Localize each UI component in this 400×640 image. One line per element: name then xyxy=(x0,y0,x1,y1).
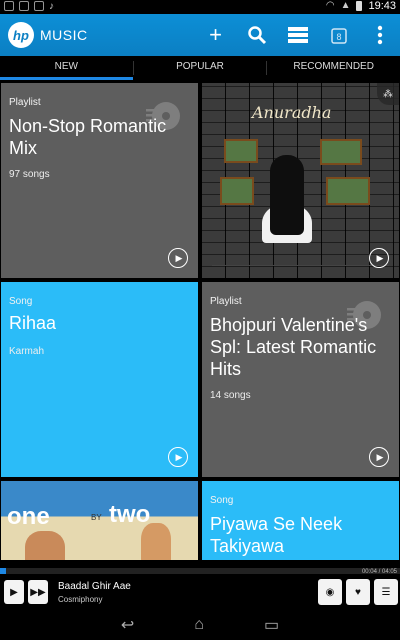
battery-icon xyxy=(356,1,363,11)
mini-player: ▶ ▶▶ Baadal Ghir Aae Cosmiphony ◉ ♥ ☰ xyxy=(0,574,400,610)
play-icon[interactable]: ▶ xyxy=(168,248,188,268)
search-icon[interactable] xyxy=(236,14,277,56)
album-art-logo: two xyxy=(109,501,151,528)
play-icon[interactable]: ▶ xyxy=(168,447,188,467)
portrait-frame xyxy=(220,177,254,205)
broadcast-icon[interactable]: ◉ xyxy=(318,579,342,605)
status-time: 19:43 xyxy=(368,0,396,12)
play-icon[interactable]: ▶ xyxy=(369,447,389,467)
content-grid: Playlist Non-Stop Romantic Mix 97 songs … xyxy=(0,80,400,560)
album-art-logo: BY xyxy=(91,513,102,522)
wifi-icon: ◠ xyxy=(325,0,335,11)
back-icon[interactable]: ↩ xyxy=(121,615,134,635)
card-title: Bhojpuri Valentine's Spl: Latest Romanti… xyxy=(210,315,377,379)
card-title: Non-Stop Romantic Mix xyxy=(9,116,167,158)
action-bar: hp MUSIC + 8 xyxy=(0,14,400,56)
hp-music-app: ♪ ◠ ▲ 19:43 hp MUSIC + 8 NEW POPULAR REC… xyxy=(0,0,400,640)
figure-woman xyxy=(141,523,171,560)
portrait-frame xyxy=(320,139,362,165)
home-icon[interactable]: ⌂ xyxy=(194,616,204,634)
figure-man xyxy=(25,531,65,560)
image-notification-icon xyxy=(19,1,29,11)
song-card[interactable]: Song Piyawa Se Neek Takiyawa xyxy=(202,481,399,560)
card-subtitle: 97 songs xyxy=(9,169,50,180)
tab-recommended[interactable]: RECOMMENDED xyxy=(267,56,400,80)
album-card[interactable]: Anuradha ⁂ ▶ xyxy=(202,83,399,278)
tab-popular[interactable]: POPULAR xyxy=(134,56,267,80)
card-title: Piyawa Se Neek Takiyawa xyxy=(210,514,343,556)
card-subtitle: 14 songs xyxy=(210,390,251,401)
portrait-frame xyxy=(326,177,370,205)
portrait-frame xyxy=(224,139,258,163)
album-credits xyxy=(212,265,389,273)
svg-text:8: 8 xyxy=(336,32,341,42)
play-icon[interactable]: ▶ xyxy=(369,248,389,268)
playlist-card[interactable]: Playlist Non-Stop Romantic Mix 97 songs … xyxy=(1,83,198,278)
now-playing[interactable]: Baadal Ghir Aae Cosmiphony xyxy=(58,581,131,604)
music-notification-icon: ♪ xyxy=(49,1,54,12)
menu-icon[interactable] xyxy=(277,14,318,56)
track-artist: Cosmiphony xyxy=(58,594,103,604)
tab-bar: NEW POPULAR RECOMMENDED xyxy=(0,56,400,80)
figure-girl xyxy=(270,155,304,235)
card-type: Song xyxy=(9,296,33,307)
gallery-notification-icon xyxy=(4,1,14,11)
card-type: Playlist xyxy=(9,97,41,108)
card-type: Song xyxy=(210,495,234,506)
play-icon[interactable]: ▶ xyxy=(4,580,24,604)
heart-icon[interactable]: ♥ xyxy=(346,579,370,605)
card-title: Rihaa xyxy=(9,313,57,333)
playlist-card[interactable]: Playlist Bhojpuri Valentine's Spl: Lates… xyxy=(202,282,399,477)
next-track-icon[interactable]: ▶▶ xyxy=(28,580,48,604)
recent-apps-icon[interactable]: ▭ xyxy=(264,615,279,635)
store-icon[interactable]: 8 xyxy=(318,14,359,56)
album-art-title: Anuradha xyxy=(252,103,332,122)
overflow-icon[interactable] xyxy=(359,14,400,56)
hp-logo-icon[interactable]: hp xyxy=(8,22,34,48)
app-title: MUSIC xyxy=(40,27,88,43)
track-name: Baadal Ghir Aae xyxy=(58,580,131,592)
album-art-logo: one xyxy=(7,503,50,530)
system-nav-bar: ↩ ⌂ ▭ xyxy=(0,610,400,640)
card-type: Playlist xyxy=(210,296,242,307)
share-icon[interactable]: ⁂ xyxy=(377,83,399,105)
album-card[interactable]: one BY two xyxy=(1,481,198,560)
signal-icon: ▲ xyxy=(340,0,351,11)
card-subtitle: Karmah xyxy=(9,346,45,357)
status-bar: ♪ ◠ ▲ 19:43 xyxy=(0,0,400,14)
song-card[interactable]: Song Rihaa Karmah ▶ xyxy=(1,282,198,477)
queue-icon[interactable]: ☰ xyxy=(374,579,398,605)
tab-new[interactable]: NEW xyxy=(0,56,133,80)
add-icon[interactable]: + xyxy=(195,14,236,56)
mail-notification-icon xyxy=(34,1,44,11)
